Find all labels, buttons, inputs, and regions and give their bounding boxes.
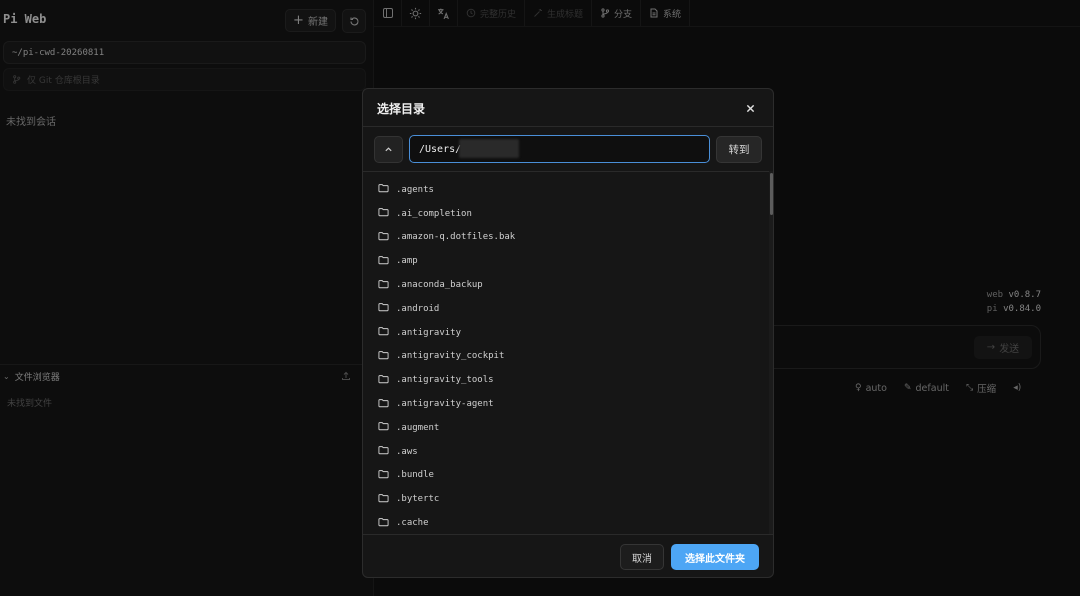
dialog-path-divider (363, 171, 773, 172)
directory-name: .agents (396, 184, 434, 195)
directory-item[interactable]: .amazon-q.dotfiles.bak (363, 226, 769, 250)
directory-name: .antigravity_cockpit (396, 351, 505, 362)
folder-icon (378, 279, 389, 292)
directory-item[interactable]: .amp (363, 249, 769, 273)
directory-name: .antigravity (396, 327, 462, 338)
cancel-button[interactable]: 取消 (620, 544, 664, 570)
directory-name: .bundle (396, 470, 434, 481)
directory-item[interactable]: .augment (363, 416, 769, 440)
directory-item[interactable]: .antigravity_tools (363, 368, 769, 392)
folder-icon (378, 493, 389, 506)
directory-item[interactable]: .bundle (363, 464, 769, 488)
directory-item[interactable]: .antigravity (363, 321, 769, 345)
parent-directory-button[interactable] (374, 136, 403, 163)
directory-name: .amp (396, 256, 418, 267)
directory-name: .ai_completion (396, 208, 472, 219)
dialog-title: 选择目录 (377, 102, 426, 116)
folder-icon (378, 207, 389, 220)
choose-directory-dialog: 选择目录 转到 .agents .ai_completion .amazon-q.d… (362, 88, 774, 578)
dialog-footer-divider (363, 534, 773, 535)
folder-icon (378, 421, 389, 434)
directory-item[interactable]: .agents (363, 178, 769, 202)
close-icon (746, 104, 754, 112)
directory-name: .antigravity-agent (396, 399, 494, 410)
folder-icon (378, 350, 389, 363)
directory-name: .amazon-q.dotfiles.bak (396, 232, 516, 243)
directory-item[interactable]: .cache (363, 511, 769, 530)
dialog-header-divider (363, 126, 773, 127)
folder-icon (378, 517, 389, 530)
goto-button[interactable]: 转到 (716, 136, 762, 163)
chevron-up-icon (385, 147, 392, 152)
scrollbar-thumb[interactable] (770, 173, 773, 215)
directory-name: .augment (396, 422, 440, 433)
folder-icon (378, 255, 389, 268)
folder-icon (378, 231, 389, 244)
folder-icon (378, 374, 389, 387)
directory-name: .anaconda_backup (396, 280, 483, 291)
directory-item[interactable]: .antigravity-agent (363, 392, 769, 416)
folder-icon (378, 445, 389, 458)
directory-name: .antigravity_tools (396, 375, 494, 386)
directory-list: .agents .ai_completion .amazon-q.dotfiles.… (363, 178, 769, 530)
select-folder-button[interactable]: 选择此文件夹 (671, 544, 759, 570)
directory-item[interactable]: .antigravity_cockpit (363, 345, 769, 369)
folder-icon (378, 183, 389, 196)
folder-icon (378, 469, 389, 482)
directory-name: .android (396, 303, 440, 314)
folder-icon (378, 302, 389, 315)
redacted-username (459, 139, 519, 158)
folder-icon (378, 398, 389, 411)
directory-item[interactable]: .anaconda_backup (363, 273, 769, 297)
directory-name: .bytertc (396, 494, 440, 505)
close-button[interactable] (743, 101, 757, 115)
directory-item[interactable]: .aws (363, 440, 769, 464)
path-input[interactable] (409, 135, 710, 163)
directory-name: .aws (396, 446, 418, 457)
directory-item[interactable]: .ai_completion (363, 202, 769, 226)
directory-item[interactable]: .bytertc (363, 487, 769, 511)
directory-item[interactable]: .android (363, 297, 769, 321)
folder-icon (378, 326, 389, 339)
directory-scrollbar[interactable] (769, 171, 773, 534)
directory-name: .cache (396, 518, 429, 529)
